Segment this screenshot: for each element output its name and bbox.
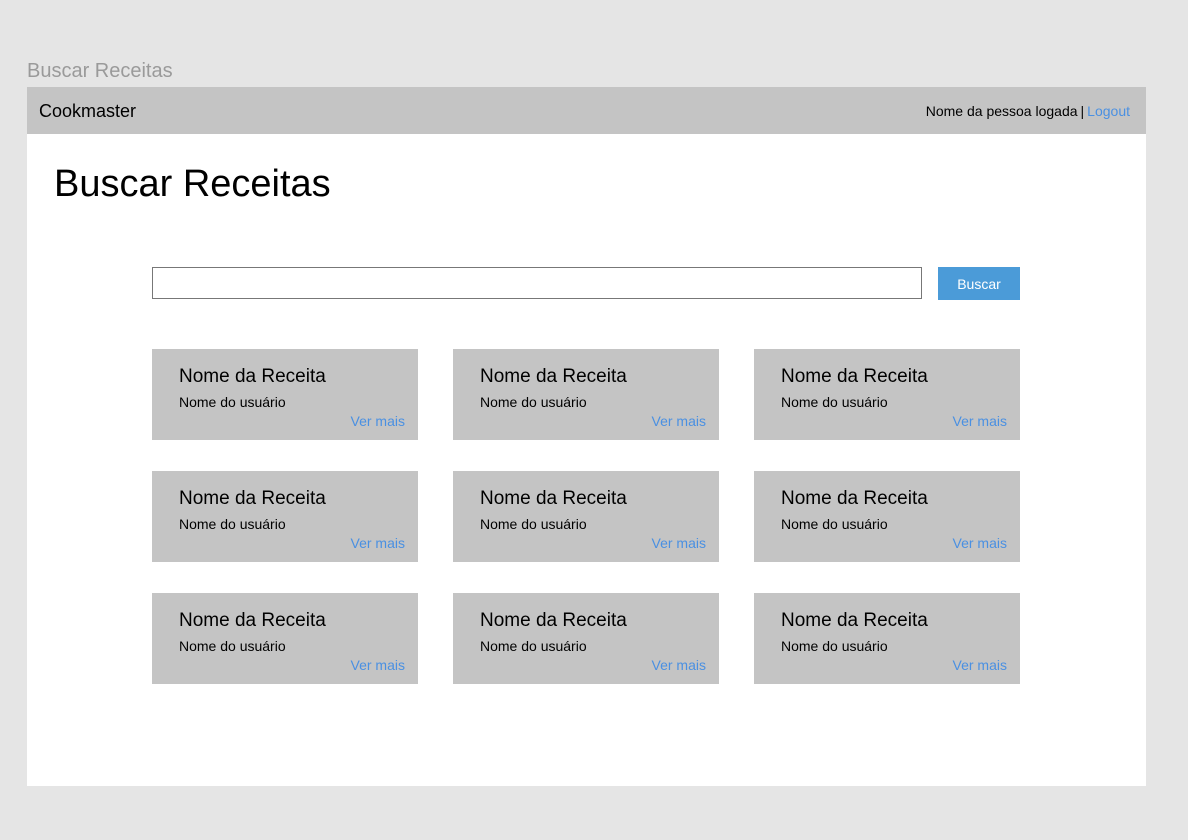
- logout-link[interactable]: Logout: [1087, 103, 1130, 119]
- recipe-name: Nome da Receita: [480, 488, 627, 509]
- recipe-card: Nome da Receita Nome do usuário Ver mais: [754, 349, 1020, 440]
- search-input[interactable]: [152, 267, 922, 299]
- user-area: Nome da pessoa logada | Logout: [926, 103, 1130, 120]
- ver-mais-link[interactable]: Ver mais: [351, 535, 405, 552]
- recipe-user: Nome do usuário: [179, 516, 286, 532]
- recipe-user: Nome do usuário: [480, 516, 587, 532]
- recipe-user: Nome do usuário: [781, 516, 888, 532]
- recipe-user: Nome do usuário: [781, 638, 888, 654]
- logged-user-name: Nome da pessoa logada: [925, 103, 1078, 119]
- page-title: Buscar Receitas: [54, 163, 331, 205]
- recipe-name: Nome da Receita: [781, 610, 928, 631]
- recipe-card: Nome da Receita Nome do usuário Ver mais: [152, 349, 418, 440]
- recipe-card: Nome da Receita Nome do usuário Ver mais: [152, 593, 418, 684]
- page-frame: Cookmaster Nome da pessoa logada | Logout …: [27, 87, 1146, 786]
- recipe-name: Nome da Receita: [480, 366, 627, 387]
- ver-mais-link[interactable]: Ver mais: [652, 535, 706, 552]
- recipe-user: Nome do usuário: [781, 394, 888, 410]
- ver-mais-link[interactable]: Ver mais: [953, 657, 1007, 674]
- recipe-card: Nome da Receita Nome do usuário Ver mais: [754, 593, 1020, 684]
- ver-mais-link[interactable]: Ver mais: [652, 657, 706, 674]
- recipe-name: Nome da Receita: [781, 488, 928, 509]
- ver-mais-link[interactable]: Ver mais: [351, 413, 405, 430]
- recipe-card: Nome da Receita Nome do usuário Ver mais: [453, 471, 719, 562]
- recipe-card: Nome da Receita Nome do usuário Ver mais: [453, 349, 719, 440]
- search-button[interactable]: Buscar: [938, 267, 1020, 300]
- recipe-user: Nome do usuário: [480, 394, 587, 410]
- recipe-card: Nome da Receita Nome do usuário Ver mais: [152, 471, 418, 562]
- user-separator: |: [1080, 103, 1085, 119]
- recipe-user: Nome do usuário: [480, 638, 587, 654]
- recipe-card: Nome da Receita Nome do usuário Ver mais: [754, 471, 1020, 562]
- app-brand[interactable]: Cookmaster: [39, 100, 136, 122]
- ver-mais-link[interactable]: Ver mais: [953, 535, 1007, 552]
- recipe-name: Nome da Receita: [179, 488, 326, 509]
- ver-mais-link[interactable]: Ver mais: [652, 413, 706, 430]
- recipe-name: Nome da Receita: [179, 610, 326, 631]
- recipe-user: Nome do usuário: [179, 394, 286, 410]
- top-navbar: Cookmaster Nome da pessoa logada | Logout: [27, 87, 1146, 134]
- frame-label: Buscar Receitas: [27, 60, 173, 82]
- ver-mais-link[interactable]: Ver mais: [351, 657, 405, 674]
- ver-mais-link[interactable]: Ver mais: [953, 413, 1007, 430]
- recipe-grid: Nome da Receita Nome do usuário Ver mais…: [152, 349, 1020, 684]
- recipe-user: Nome do usuário: [179, 638, 286, 654]
- recipe-name: Nome da Receita: [480, 610, 627, 631]
- recipe-name: Nome da Receita: [179, 366, 326, 387]
- recipe-card: Nome da Receita Nome do usuário Ver mais: [453, 593, 719, 684]
- recipe-name: Nome da Receita: [781, 366, 928, 387]
